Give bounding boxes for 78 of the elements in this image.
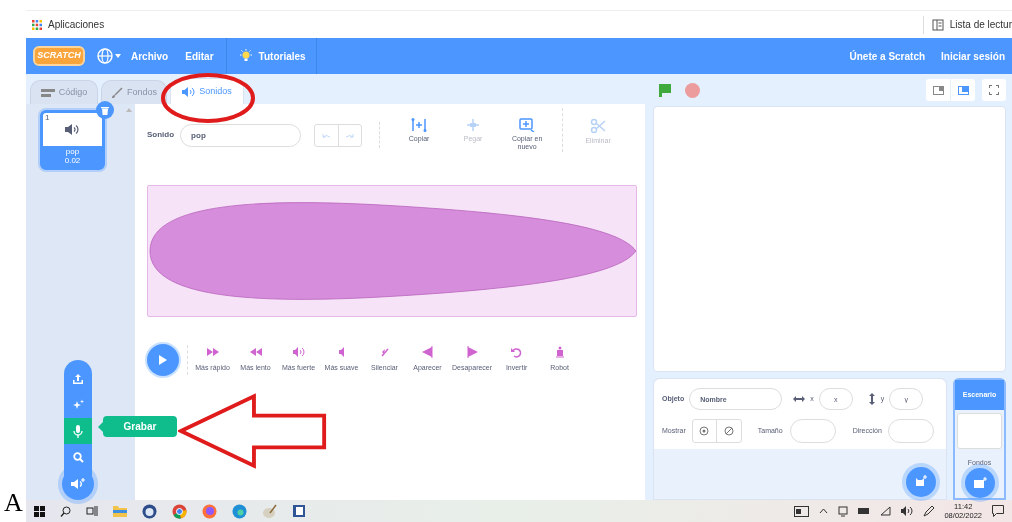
add-sound-button[interactable] [62, 468, 94, 500]
battery-icon[interactable] [858, 507, 871, 515]
record-tooltip: Grabar [103, 416, 177, 437]
search-icon [72, 451, 84, 463]
flag-icon[interactable] [657, 82, 673, 98]
reading-list-link[interactable]: Lista de lectur [949, 17, 1012, 32]
fast-forward-icon [205, 346, 220, 359]
fullscreen-icon [989, 85, 999, 95]
margin-letter: A [4, 490, 23, 516]
sound-name-field[interactable]: pop [180, 123, 302, 147]
pen-icon[interactable] [923, 505, 935, 517]
windows-start-icon[interactable] [34, 505, 45, 517]
small-stage-button[interactable] [926, 79, 950, 101]
add-backdrop-button[interactable] [965, 468, 995, 498]
delete-button[interactable] [96, 101, 114, 119]
reverse-icon [509, 346, 524, 359]
apps-grid-icon [32, 19, 42, 30]
speaker-plus-icon [70, 477, 86, 491]
backdrop-thumbnail[interactable] [957, 413, 1002, 449]
chevron-up-icon[interactable] [819, 508, 829, 514]
loud-speaker-icon [291, 346, 306, 359]
scissors-icon [590, 118, 607, 134]
vertical-arrow-icon [868, 393, 875, 405]
lightbulb-icon [238, 49, 253, 63]
upload-icon [72, 373, 84, 385]
folder-icon[interactable] [113, 505, 127, 517]
paste-icon [465, 118, 482, 132]
normal-stage-icon [957, 85, 969, 95]
chrome-icon[interactable] [172, 503, 187, 519]
news-icon[interactable] [794, 505, 810, 517]
horizontal-arrow-icon [793, 396, 806, 402]
rewind-icon [248, 346, 263, 359]
play-icon [158, 354, 168, 366]
add-sprite-button[interactable] [906, 467, 936, 497]
wifi-icon[interactable] [880, 506, 892, 516]
direction-field[interactable] [887, 419, 934, 443]
search-icon[interactable] [60, 505, 71, 517]
play-button[interactable] [147, 344, 179, 376]
globe-icon [97, 48, 113, 64]
record-button[interactable] [64, 418, 92, 444]
language-button[interactable] [95, 48, 123, 64]
undo-icon [321, 132, 331, 138]
volume-icon[interactable] [901, 506, 914, 516]
reading-list-icon [931, 18, 944, 31]
brush-icon [111, 86, 123, 99]
firefox-icon[interactable] [202, 503, 217, 519]
microphone-icon [73, 424, 83, 438]
eye-slash-icon [724, 426, 734, 436]
sparkle-icon [72, 399, 84, 411]
caret-icon [115, 54, 121, 58]
scroll-up-icon[interactable] [125, 108, 132, 112]
sound-duration: 0.02 [64, 156, 81, 165]
paint-icon[interactable] [262, 503, 277, 519]
size-field[interactable] [789, 419, 836, 443]
fade-out-icon [465, 346, 480, 359]
notifications-icon[interactable] [992, 505, 1004, 517]
redo-icon [345, 132, 355, 138]
bookmark-link[interactable]: Aplicaciones [48, 17, 105, 32]
speaker-icon [65, 124, 80, 135]
sound-number: 1 [45, 113, 50, 122]
copy-to-new-icon [519, 118, 536, 132]
normal-stage-button[interactable] [951, 79, 975, 101]
image-plus-icon [973, 477, 987, 489]
fullscreen-button[interactable] [982, 79, 1006, 101]
edge-icon[interactable] [232, 503, 247, 519]
small-stage-icon [932, 85, 944, 95]
fade-in-icon [420, 346, 435, 359]
trash-icon [101, 105, 109, 115]
speaker-icon [182, 86, 196, 97]
task-view-icon[interactable] [86, 506, 98, 516]
sound-item[interactable]: 1 pop 0.02 [40, 110, 105, 170]
eye-icon [699, 426, 710, 436]
copy-selection-icon [411, 118, 428, 132]
blocks-icon [40, 88, 55, 97]
document-icon[interactable] [292, 504, 306, 518]
sound-name: pop [65, 147, 80, 156]
sound-name-label: Sonido [147, 129, 175, 141]
stop-icon[interactable] [685, 82, 700, 98]
